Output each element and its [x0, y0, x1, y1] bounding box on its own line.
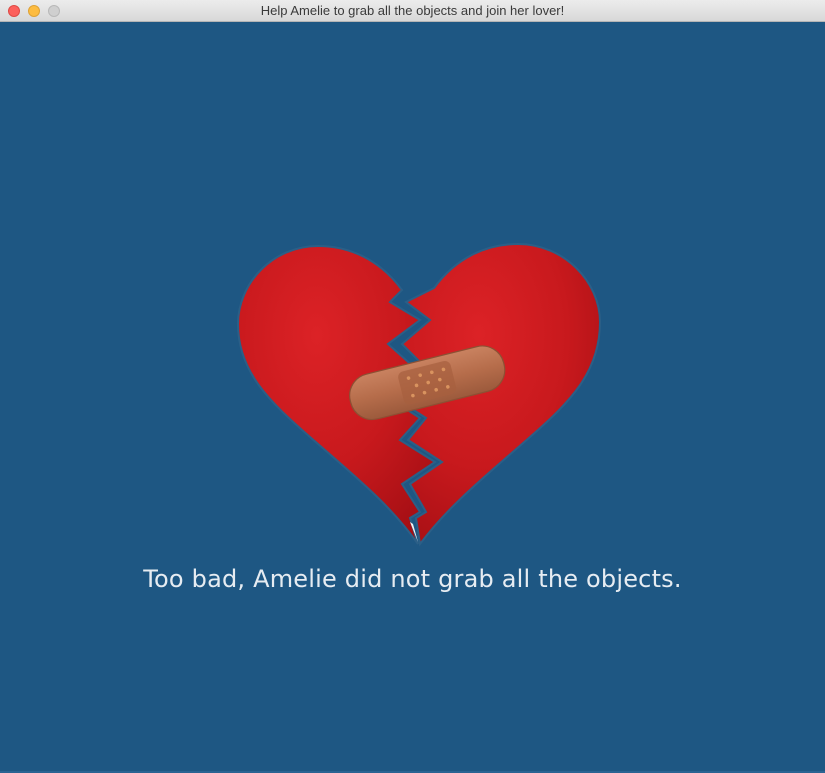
broken-heart-icon	[230, 222, 610, 552]
game-over-message: Too bad, Amelie did not grab all the obj…	[143, 565, 682, 593]
window-title: Help Amelie to grab all the objects and …	[260, 3, 565, 18]
title-bar[interactable]: Help Amelie to grab all the objects and …	[0, 0, 825, 22]
game-window: Help Amelie to grab all the objects and …	[0, 0, 825, 773]
game-canvas: Too bad, Amelie did not grab all the obj…	[0, 22, 825, 773]
